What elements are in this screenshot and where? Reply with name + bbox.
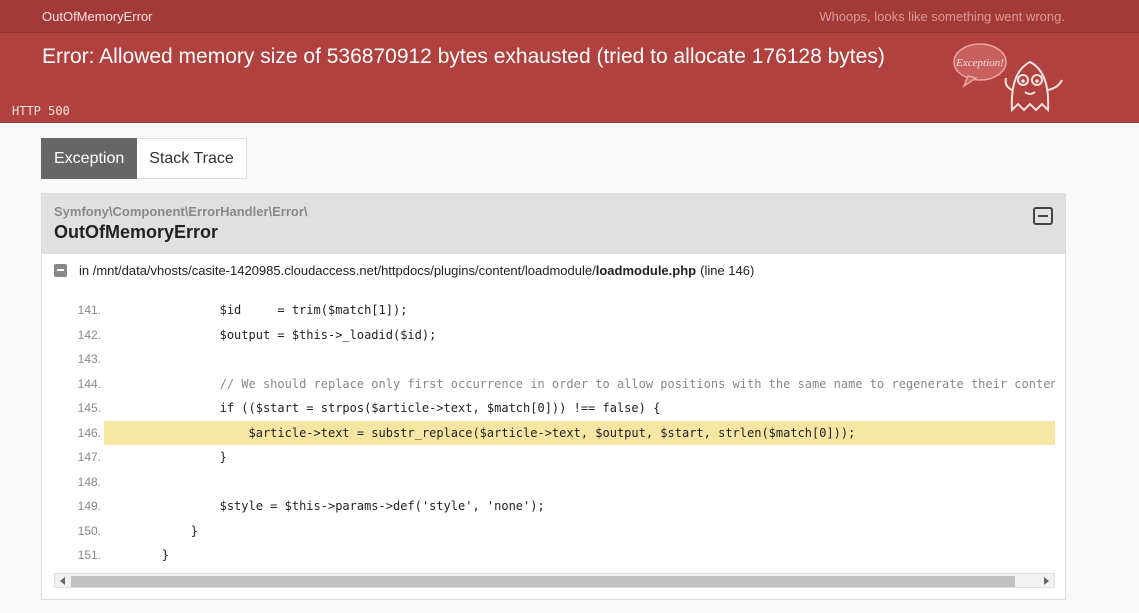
code-line: 150. } (54, 519, 1055, 544)
exception-namespace: Symfony\Component\ErrorHandler\Error\ (54, 204, 308, 219)
exception-tabs: Exception Stack Trace (41, 138, 247, 179)
code-text: $article->text = substr_replace($article… (104, 425, 856, 440)
header-bar: OutOfMemoryError HTTP 500 Whoops, looks … (0, 0, 1139, 119)
code-text: } (104, 548, 170, 563)
code-text-wrap: } (104, 543, 1055, 564)
line-number: 144. (77, 376, 101, 391)
line-number: 146. (77, 425, 101, 440)
code-line: 143. (54, 347, 1055, 372)
code-line: 147. } (54, 445, 1055, 470)
exception-panel: Symfony\Component\ErrorHandler\Error\ Ou… (41, 193, 1066, 600)
tab-stack-trace[interactable]: Stack Trace (137, 138, 247, 179)
scroll-thumb[interactable] (71, 576, 1015, 587)
tab-exception[interactable]: Exception (41, 138, 138, 179)
line-number: 147. (77, 450, 101, 465)
exception-name: OutOfMemoryError (54, 222, 219, 242)
code-text-wrap: $id = trim($match[1]); (104, 298, 1055, 323)
code-text-wrap: } (104, 445, 1055, 470)
line-number: 143. (77, 352, 101, 367)
code-line: 148. (54, 470, 1055, 495)
code-text: if (($start = strpos($article->text, $ma… (104, 401, 661, 416)
code-text: $output = $this->_loadid($id); (104, 327, 437, 342)
code-text: } (104, 523, 198, 538)
exception-header: Symfony\Component\ErrorHandler\Error\ Ou… (42, 194, 1065, 254)
error-header: OutOfMemoryError HTTP 500 Whoops, looks … (0, 0, 1139, 123)
line-number: 141. (77, 303, 101, 318)
file-name: loadmodule.php (595, 263, 697, 278)
exception-class-label: OutOfMemoryError (42, 8, 153, 24)
line-number: 151. (77, 548, 101, 563)
code-text-wrap: $style = $this->params->def('style', 'no… (104, 494, 1055, 519)
code-line: 144. // We should replace only first occ… (54, 372, 1055, 397)
code-text-wrap: } (104, 519, 1055, 544)
line-number: 149. (77, 499, 101, 514)
code-text-wrap: if (($start = strpos($article->text, $ma… (104, 396, 1055, 421)
scroll-left-icon[interactable] (60, 577, 65, 585)
line-reference: (line 146) (700, 263, 755, 278)
code-text: } (104, 450, 227, 465)
http-message: Whoops, looks like something went wrong. (819, 8, 1065, 24)
http-status: HTTP 500 Whoops, looks like something we… (12, 8, 1065, 119)
code-text: $style = $this->params->def('style', 'no… (104, 499, 545, 514)
collapse-toggle-icon[interactable] (1033, 207, 1053, 225)
line-number: 145. (77, 401, 101, 416)
file-location: in /mnt/data/vhosts/casite-1420985.cloud… (54, 263, 754, 278)
code-text-wrap (104, 470, 1055, 495)
horizontal-scrollbar[interactable] (54, 573, 1055, 588)
code-text: // We should replace only first occurren… (104, 376, 1055, 391)
line-number: 150. (77, 523, 101, 538)
error-message: Error: Allowed memory size of 536870912 … (42, 45, 885, 68)
scroll-right-icon[interactable] (1044, 577, 1049, 585)
code-line: 149. $style = $this->params->def('style'… (54, 494, 1055, 519)
code-snippet: 141. $id = trim($match[1]); 142. $output … (54, 298, 1055, 564)
code-text-wrap: // We should replace only first occurren… (104, 372, 1055, 397)
code-text-wrap: $output = $this->_loadid($id); (104, 323, 1055, 348)
code-text-wrap: $article->text = substr_replace($article… (104, 420, 1055, 445)
exception-ghost-icon: Exception! (953, 43, 1063, 113)
line-number: 142. (77, 327, 101, 342)
code-line: 151. } (54, 543, 1055, 564)
file-path: in /mnt/data/vhosts/casite-1420985.cloud… (79, 263, 596, 278)
code-line-highlighted: 146. $article->text = substr_replace($ar… (54, 420, 1055, 445)
line-number: 148. (77, 474, 101, 489)
collapse-code-icon[interactable] (54, 264, 67, 277)
code-text-wrap (104, 347, 1055, 372)
code-text: $id = trim($match[1]); (104, 303, 408, 318)
ghost-text: Exception! (955, 57, 1004, 69)
code-line: 142. $output = $this->_loadid($id); (54, 323, 1055, 348)
code-line: 141. $id = trim($match[1]); (54, 298, 1055, 323)
code-line: 145. if (($start = strpos($article->text… (54, 396, 1055, 421)
